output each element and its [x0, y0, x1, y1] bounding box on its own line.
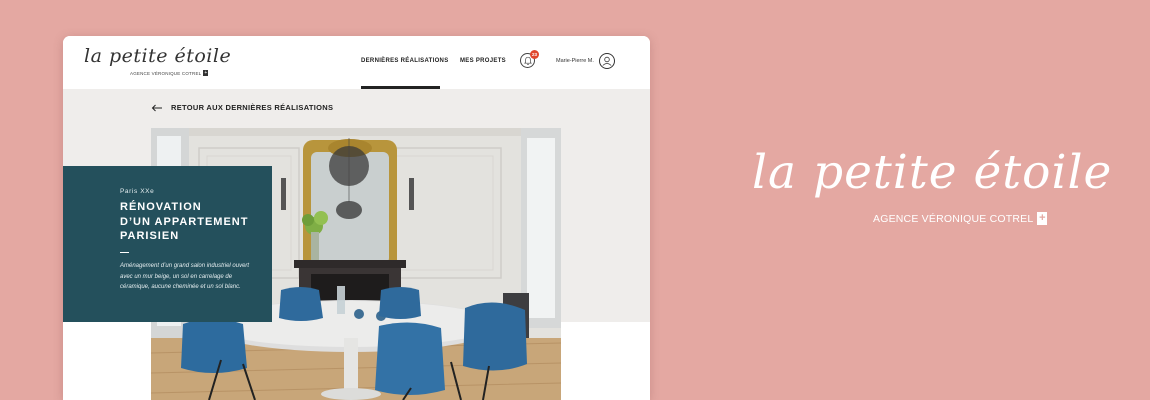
site-header: la petite étoile AGENCE VÉRONIQUE COTREL… [63, 36, 650, 89]
back-link[interactable]: RETOUR AUX DERNIÈRES RÉALISATIONS [151, 103, 333, 112]
project-location: Paris XXe [120, 188, 155, 195]
project-description: Aménagement d’un grand salon industriel … [120, 263, 250, 290]
nav-dernieres-realisations[interactable]: DERNIÈRES RÉALISATIONS [361, 58, 449, 64]
logo-subtitle: AGENCE VÉRONIQUE COTREL + [130, 70, 209, 76]
notification-badge: 23 [530, 50, 539, 59]
project-title-line: RÉNOVATION [120, 201, 202, 213]
project-card: Paris XXe RÉNOVATION D’UN APPARTEMENT PA… [63, 166, 272, 322]
brand-subtitle-text: AGENCE VÉRONIQUE COTREL [873, 212, 1034, 225]
project-title: RÉNOVATION D’UN APPARTEMENT PARISIEN [120, 200, 252, 244]
nav-mes-projets[interactable]: MES PROJETS [460, 58, 506, 64]
plus-icon: + [1037, 212, 1048, 225]
arrow-left-icon [151, 104, 162, 111]
user-name[interactable]: Marie-Pierre M. [556, 58, 594, 64]
brand-subtitle: AGENCE VÉRONIQUE COTREL + [873, 212, 1048, 225]
logo-subtitle-text: AGENCE VÉRONIQUE COTREL [130, 70, 202, 76]
brand-logo: la petite étoile [752, 145, 1113, 200]
plus-icon: + [203, 70, 209, 76]
project-title-line: PARISIEN [120, 230, 180, 242]
browser-window: la petite étoile AGENCE VÉRONIQUE COTREL… [63, 36, 650, 400]
title-divider [120, 251, 129, 253]
back-link-label: RETOUR AUX DERNIÈRES RÉALISATIONS [171, 103, 334, 112]
project-title-line: D’UN APPARTEMENT [120, 215, 249, 228]
site-logo[interactable]: la petite étoile [84, 45, 231, 67]
user-icon[interactable] [599, 53, 615, 69]
